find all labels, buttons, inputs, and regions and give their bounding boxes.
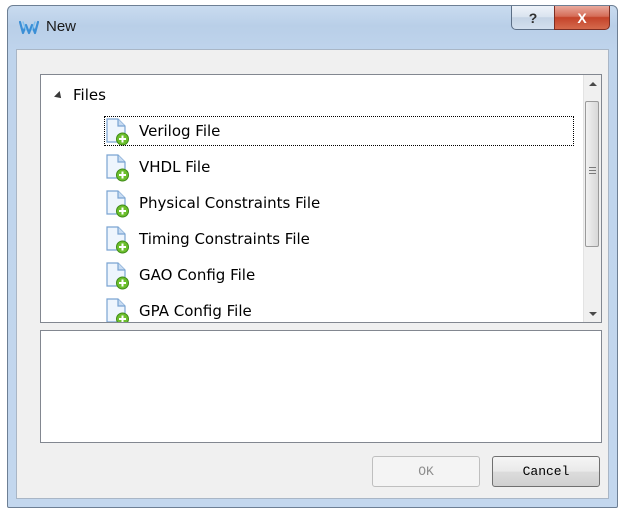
dialog-client-area: Files Verilog File VHDL File Physical Co… (16, 49, 609, 499)
window-title: New (46, 18, 77, 35)
grip-line (589, 170, 596, 171)
tree-item-vhdl-file[interactable]: VHDL File (104, 152, 574, 182)
app-logo-icon (19, 20, 39, 35)
new-file-icon (106, 154, 129, 182)
new-file-icon (106, 190, 129, 218)
tree-root-label: Files (73, 86, 106, 104)
ok-button[interactable]: OK (372, 456, 480, 487)
tree-root-files[interactable]: Files (54, 85, 106, 105)
grip-line (589, 173, 596, 174)
close-icon: X (577, 9, 587, 26)
tree-item-timing-constraints-file[interactable]: Timing Constraints File (104, 224, 574, 254)
help-button[interactable]: ? (511, 6, 555, 30)
scrollbar-thumb[interactable] (585, 101, 599, 247)
tree-item-label: Timing Constraints File (139, 230, 310, 248)
close-button[interactable]: X (554, 6, 610, 30)
tree-item-label: GAO Config File (139, 266, 256, 284)
tree-item-label: Physical Constraints File (139, 194, 321, 212)
title-bar[interactable]: New ? X (8, 6, 617, 50)
file-type-tree[interactable]: Files Verilog File VHDL File Physical Co… (40, 74, 602, 323)
tree-item-label: VHDL File (139, 158, 211, 176)
grip-line (589, 167, 596, 168)
new-dialog: New ? X Files Verilog File VHDL File Phy… (7, 5, 618, 508)
cancel-button[interactable]: Cancel (492, 456, 600, 487)
expand-arrow-icon[interactable] (54, 91, 64, 101)
tree-item-label: GPA Config File (139, 302, 252, 320)
scroll-down-button[interactable] (584, 305, 601, 322)
tree-item-label: Verilog File (139, 122, 221, 140)
tree-item-gpa-config-file[interactable]: GPA Config File (104, 296, 574, 322)
new-file-icon (106, 298, 129, 322)
arrow-up-icon (588, 81, 597, 86)
description-panel (40, 330, 602, 443)
tree-item-physical-constraints-file[interactable]: Physical Constraints File (104, 188, 574, 218)
tree-item-gao-config-file[interactable]: GAO Config File (104, 260, 574, 290)
new-file-icon (106, 118, 129, 146)
vertical-scrollbar[interactable] (583, 75, 601, 322)
new-file-icon (106, 226, 129, 254)
tree-item-verilog-file[interactable]: Verilog File (104, 116, 574, 146)
help-icon: ? (528, 9, 538, 26)
new-file-icon (106, 262, 129, 290)
arrow-down-icon (588, 311, 597, 316)
scroll-up-button[interactable] (584, 75, 601, 92)
